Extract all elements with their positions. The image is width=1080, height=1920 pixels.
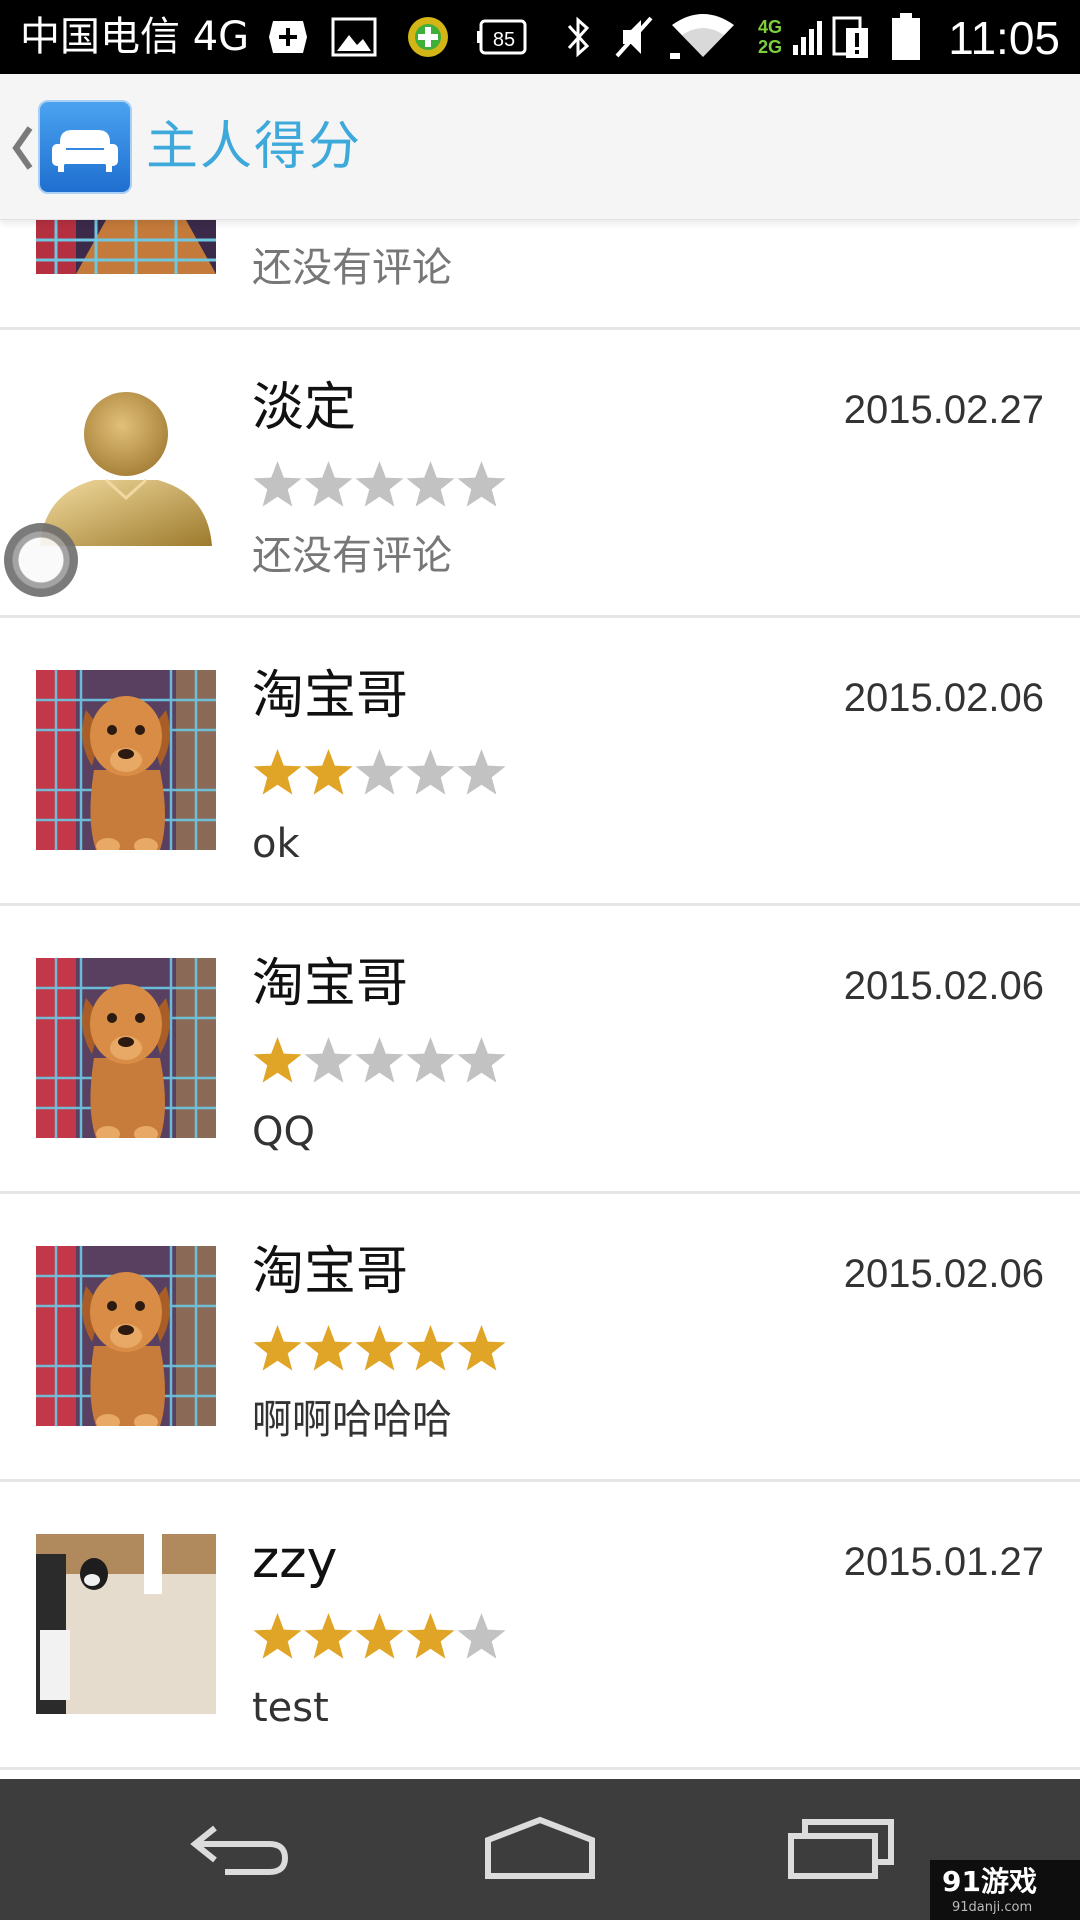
back-caret-icon[interactable] — [8, 120, 36, 176]
avatar — [36, 220, 216, 274]
floating-assist-button[interactable] — [4, 523, 78, 597]
star-rating — [252, 1322, 507, 1378]
star-filled-icon — [303, 1610, 354, 1664]
star-filled-icon — [405, 1322, 456, 1376]
review-date: 2015.02.06 — [843, 964, 1044, 1008]
watermark: 91游戏 91danji.com — [930, 1860, 1080, 1920]
review-comment: 还没有评论 — [252, 533, 452, 579]
star-filled-icon — [303, 1322, 354, 1376]
review-comment: test — [252, 1685, 329, 1731]
bluetooth-icon — [560, 12, 596, 62]
review-date: 2015.02.06 — [843, 676, 1044, 720]
clock: 11:05 — [948, 12, 1060, 64]
avatar[interactable] — [36, 1534, 216, 1714]
review-date: 2015.02.27 — [843, 388, 1044, 432]
star-filled-icon — [252, 1034, 303, 1088]
watermark-url: 91danji.com — [952, 1900, 1033, 1915]
star-empty-icon — [456, 746, 507, 800]
star-empty-icon — [405, 458, 456, 512]
list-item[interactable]: 淘宝哥 2015.02.06 啊啊哈哈哈 — [0, 1194, 1080, 1482]
avatar[interactable] — [36, 958, 216, 1138]
sofa-icon[interactable] — [38, 100, 132, 194]
reviewer-name: 淘宝哥 — [252, 666, 409, 726]
battery-badge-icon: 85 — [474, 12, 530, 62]
list-item[interactable]: 淘宝哥 2015.02.06 ok — [0, 618, 1080, 906]
star-empty-icon — [405, 1034, 456, 1088]
star-filled-icon — [354, 1322, 405, 1376]
star-empty-icon — [405, 746, 456, 800]
review-date: 2015.02.06 — [843, 1252, 1044, 1296]
app-bar: 主人得分 — [0, 74, 1080, 220]
star-filled-icon — [252, 746, 303, 800]
review-date: 2015.01.27 — [843, 1540, 1044, 1584]
star-rating — [252, 746, 507, 802]
wifi-icon — [668, 12, 738, 62]
star-empty-icon — [456, 1610, 507, 1664]
reviewer-name: 淡定 — [252, 378, 357, 438]
reviewer-name: zzy — [252, 1530, 338, 1590]
review-list[interactable]: 还没有评论 淡定 2015.02.27 还没有评论 淘宝哥 2015.02.06 ok 淘宝… — [0, 220, 1080, 1779]
navigation-bar: 91游戏 91danji.com — [0, 1779, 1080, 1920]
avatar[interactable] — [36, 670, 216, 850]
star-filled-icon — [303, 746, 354, 800]
carrier-label: 中国电信 4G — [20, 14, 250, 60]
home-icon[interactable] — [470, 1803, 610, 1893]
signal-bars-icon — [790, 12, 826, 62]
review-comment: ok — [252, 821, 300, 867]
image-notification-icon — [330, 12, 378, 62]
list-item[interactable]: 淘宝哥 2015.02.06 QQ — [0, 906, 1080, 1194]
avatar[interactable] — [36, 1246, 216, 1426]
star-empty-icon — [252, 458, 303, 512]
star-rating — [252, 458, 507, 514]
mute-icon — [612, 12, 656, 62]
star-filled-icon — [456, 1322, 507, 1376]
review-comment: QQ — [252, 1109, 315, 1155]
list-item[interactable]: 还没有评论 — [0, 220, 1080, 330]
add-notification-icon — [266, 12, 310, 62]
reviewer-name: 淘宝哥 — [252, 1242, 409, 1302]
star-filled-icon — [354, 1610, 405, 1664]
star-empty-icon — [456, 458, 507, 512]
star-empty-icon — [303, 458, 354, 512]
review-comment: 还没有评论 — [252, 245, 452, 291]
review-comment: 啊啊哈哈哈 — [252, 1397, 452, 1443]
status-bar: 中国电信 4G 85 4G 2G 11:05 — [0, 0, 1080, 74]
svg-text:85: 85 — [493, 29, 515, 51]
star-filled-icon — [252, 1610, 303, 1664]
sim-alert-icon — [828, 12, 874, 62]
watermark-logo-text: 91游戏 — [942, 1865, 1037, 1898]
star-empty-icon — [303, 1034, 354, 1088]
star-empty-icon — [456, 1034, 507, 1088]
star-empty-icon — [354, 746, 405, 800]
star-empty-icon — [354, 458, 405, 512]
reviewer-name: 淘宝哥 — [252, 954, 409, 1014]
page-title: 主人得分 — [146, 117, 363, 177]
back-arrow-icon[interactable] — [170, 1803, 310, 1893]
recent-apps-icon[interactable] — [772, 1803, 912, 1893]
list-item[interactable]: 淡定 2015.02.27 还没有评论 — [0, 330, 1080, 618]
star-filled-icon — [405, 1610, 456, 1664]
star-rating — [252, 1610, 507, 1666]
star-rating — [252, 1034, 507, 1090]
star-filled-icon — [252, 1322, 303, 1376]
star-empty-icon — [354, 1034, 405, 1088]
security-app-icon — [404, 12, 452, 62]
list-item[interactable]: zzy 2015.01.27 test — [0, 1482, 1080, 1770]
battery-icon — [884, 12, 928, 62]
